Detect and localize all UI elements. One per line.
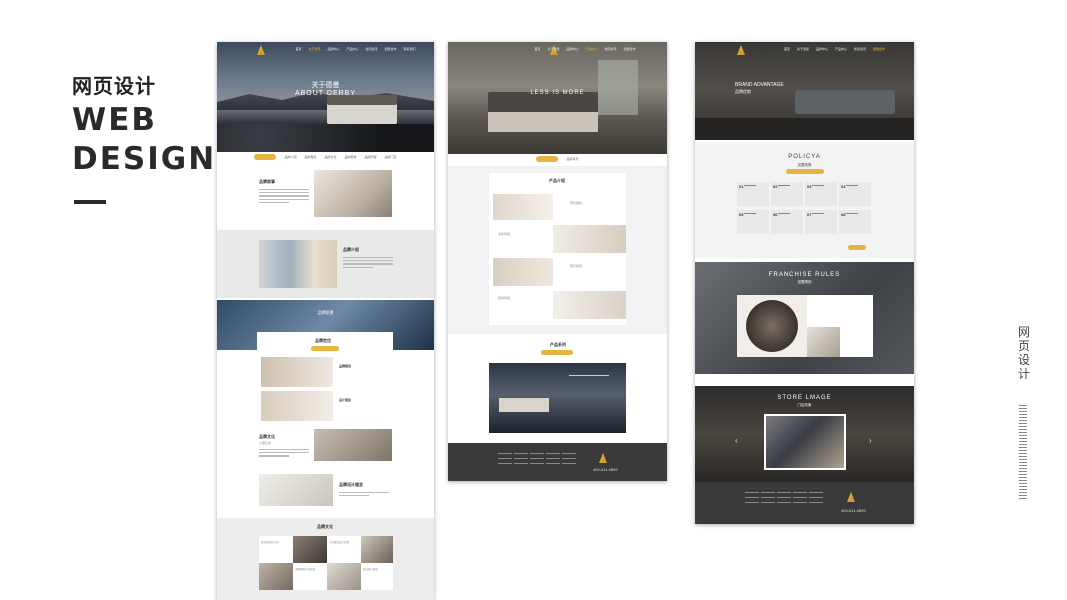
section-brand-story-title: 品牌故事	[259, 179, 275, 184]
product-image-3	[493, 258, 553, 286]
policy-title-en: POLICYA	[788, 154, 821, 160]
tile-image-1	[293, 536, 327, 563]
section-text-lines	[343, 255, 393, 270]
product-item-3: 现代极简	[570, 264, 583, 268]
tile-image-2	[361, 536, 393, 563]
series-pill	[541, 350, 573, 355]
tile-text-1: 智造你居住空间	[259, 536, 293, 563]
franchise-title-cn: 加盟规则	[797, 280, 812, 284]
side-stripe-decor	[1019, 405, 1027, 501]
heading-en-design: DESIGN	[72, 141, 217, 177]
culture-subtitle: 人居空间	[259, 441, 272, 445]
franchise-text-card	[807, 295, 873, 327]
store-title-en: STORE LMAGE	[777, 395, 832, 401]
footer-logo-icon	[599, 453, 607, 463]
mockup-about-page: 首页 关于德曼 品牌中心 产品中心 新闻资讯 加盟合作 联系我们 关于德曼 ABOUT DE…	[217, 42, 434, 600]
franchise-image-1	[737, 295, 807, 357]
mockup-product-page: 首页 关于德曼 品牌中心 产品中心 新闻资讯 加盟合作 LESS IS MORE 品牌系列…	[448, 42, 667, 481]
section-text-lines	[339, 490, 389, 498]
hero-title-en: ABOUT DERBY	[294, 90, 357, 97]
sub-tabs[interactable]: 品牌系列	[448, 156, 667, 162]
side-label: 网页设计	[1017, 325, 1030, 381]
policy-cell: 07	[805, 210, 837, 234]
franchise-image-2	[807, 327, 840, 357]
chevron-left-icon[interactable]: ‹	[735, 436, 741, 444]
product-series-title: 产品系列	[550, 342, 566, 347]
tile-text-3: 全屋智能产品升级	[293, 563, 327, 590]
sub-tabs[interactable]: 品牌介绍 品牌理念 品牌文化 品牌荣誉 品牌历程 品牌门店	[217, 154, 434, 160]
positioning-item-2: 设计理念	[339, 398, 352, 402]
product-intro-title: 产品介绍	[549, 178, 565, 183]
positioning-pill	[311, 346, 339, 351]
franchise-title-en: FRANCHISE RULES	[768, 272, 841, 278]
tile-image-3	[259, 563, 293, 590]
policy-cell: 03	[805, 182, 837, 206]
culture2-title: 品牌文化	[317, 524, 333, 529]
intro-image	[259, 240, 337, 288]
hero-title-cn: 品牌优势	[735, 89, 751, 94]
policy-cell: 06	[771, 210, 803, 234]
positioning-image-1	[261, 357, 333, 387]
hero-title-cn: 关于德曼	[311, 82, 340, 89]
heading-en-web: WEB	[72, 102, 157, 138]
tile-text-4: 舒适舒心家居	[361, 563, 393, 590]
heading-cn: 网页设计	[72, 76, 156, 98]
vision-title: 品牌愿景	[317, 310, 334, 315]
hero-lake-image	[217, 42, 434, 152]
top-nav[interactable]: 首页 关于德曼 品牌中心 产品中心 新闻资讯 加盟合作	[755, 42, 914, 56]
product-image-4	[553, 291, 626, 319]
store-title-cn: 门店形象	[797, 403, 812, 407]
top-nav[interactable]: 首页 关于德曼 品牌中心 产品中心 新闻资讯 加盟合作 联系我们	[277, 42, 434, 56]
hero-title-en: LESS IS MORE	[530, 90, 585, 96]
product-item-1: 现代简约	[570, 201, 583, 205]
footer: 400-611-0899	[448, 443, 667, 481]
product-image-2	[553, 225, 626, 253]
store-slider-image[interactable]	[764, 414, 846, 470]
policy-cell: 05	[737, 210, 769, 234]
section-text-lines	[259, 447, 309, 459]
franchise-text-card-2	[840, 327, 873, 357]
tile-image-4	[327, 563, 361, 590]
policy-pill	[786, 169, 824, 174]
product-item-4: 轻奢风格	[498, 296, 511, 300]
policy-cell: 08	[839, 210, 871, 234]
mockup-franchise-page: 首页 关于德曼 品牌中心 产品中心 新闻资讯 加盟合作 BRAND ADVANTAGE 品…	[695, 42, 914, 524]
policy-more-button[interactable]	[848, 245, 866, 250]
story-image	[314, 170, 392, 217]
hero-sofa-image	[695, 42, 914, 140]
product-item-2: 北欧风格	[498, 232, 511, 236]
tile-text-2: 专业家居设计定制	[327, 536, 361, 563]
positioning-item-1: 品牌理念	[339, 364, 352, 368]
policy-cell: 01	[737, 182, 769, 206]
footer-phone: 400-611-0899	[841, 508, 866, 513]
design-image	[259, 474, 333, 506]
section-text-lines	[259, 187, 309, 205]
footer: 400-611-0899	[695, 482, 914, 524]
hero-title-en: BRAND ADVANTAGE	[735, 82, 784, 88]
chevron-right-icon[interactable]: ›	[869, 436, 875, 444]
footer-logo-icon	[847, 492, 855, 502]
culture-title: 品牌文化	[259, 434, 275, 439]
positioning-title: 品牌定位	[315, 338, 331, 343]
culture-image	[314, 429, 392, 461]
hero-bedroom-image	[448, 42, 667, 154]
positioning-image-2	[261, 391, 333, 421]
top-nav[interactable]: 首页 关于德曼 品牌中心 产品中心 新闻资讯 加盟合作	[503, 42, 667, 56]
footer-phone: 400-611-0899	[593, 467, 618, 472]
design-title: 品牌设计理念	[339, 482, 363, 487]
policy-cell: 04	[839, 182, 871, 206]
section-intro-title: 品牌介绍	[343, 247, 359, 252]
series-slider-image[interactable]	[489, 363, 626, 433]
policy-title-cn: 加盟政策	[797, 163, 812, 167]
heading-dash	[74, 200, 106, 204]
product-image-1	[493, 194, 553, 220]
policy-cell: 02	[771, 182, 803, 206]
